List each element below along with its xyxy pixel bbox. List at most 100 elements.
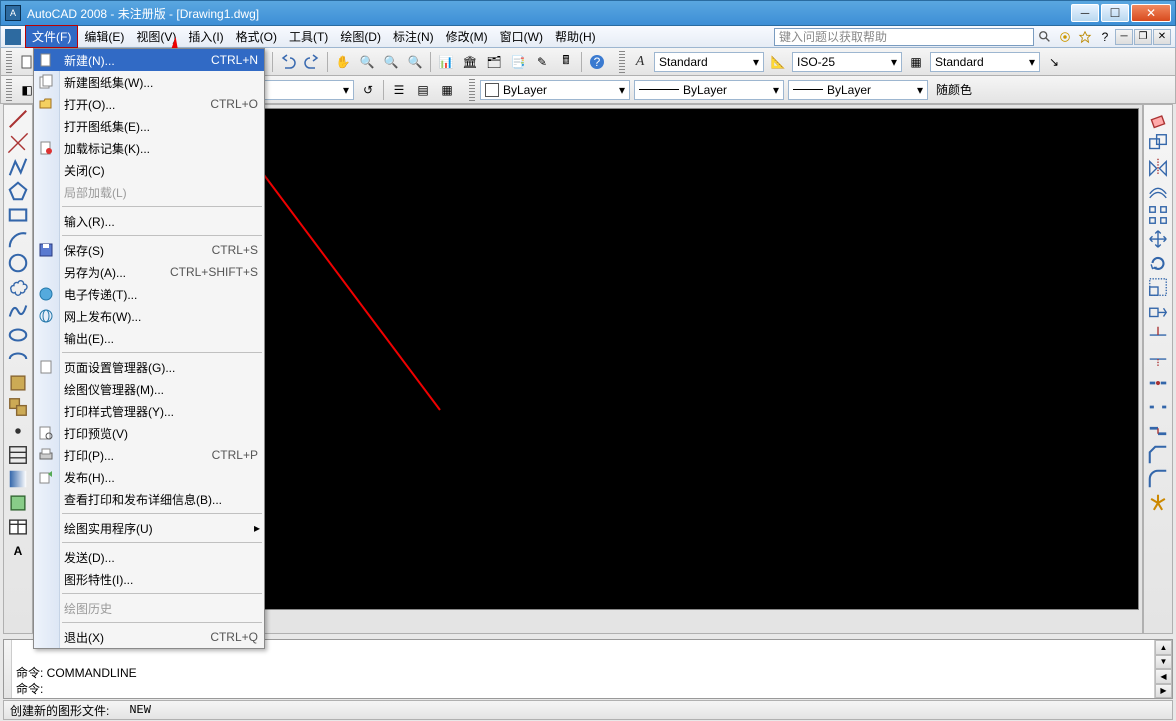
layer-tools-icon[interactable]: ▦ [436, 79, 458, 101]
command-scrollbar[interactable]: ▲ ▼ ◀ ▶ [1154, 640, 1172, 698]
zoom-window-icon[interactable]: 🔍 [380, 51, 402, 73]
stretch-icon[interactable] [1147, 300, 1169, 322]
menu-item-drawing-utils[interactable]: 绘图实用程序(U) ▸ [34, 517, 264, 539]
mtext-icon[interactable]: A [7, 540, 29, 562]
construction-line-icon[interactable] [7, 132, 29, 154]
sheet-set-icon[interactable]: 📑 [507, 51, 529, 73]
doc-minimize-button[interactable]: ─ [1115, 29, 1133, 45]
revision-cloud-icon[interactable] [7, 276, 29, 298]
menu-item-plot-publish-details[interactable]: 查看打印和发布详细信息(B)... [34, 488, 264, 510]
comm-center-icon[interactable] [1056, 28, 1074, 46]
menu-draw[interactable]: 绘图(D) [334, 26, 387, 47]
rotate-icon[interactable] [1147, 252, 1169, 274]
menu-item-new[interactable]: 新建(N)... CTRL+N [34, 49, 264, 71]
rectangle-icon[interactable] [7, 204, 29, 226]
menu-format[interactable]: 格式(O) [230, 26, 283, 47]
move-icon[interactable] [1147, 228, 1169, 250]
break-at-point-icon[interactable] [1147, 372, 1169, 394]
multileader-style-icon[interactable]: ↘ [1043, 51, 1065, 73]
polyline-icon[interactable] [7, 156, 29, 178]
make-block-icon[interactable] [7, 396, 29, 418]
doc-close-button[interactable]: ✕ [1153, 29, 1171, 45]
color-combo[interactable]: ByLayer▾ [480, 80, 630, 100]
scale-icon[interactable] [1147, 276, 1169, 298]
maximize-button[interactable]: ☐ [1101, 4, 1129, 22]
line-icon[interactable] [7, 108, 29, 130]
menu-tools[interactable]: 工具(T) [283, 26, 334, 47]
menu-dimension[interactable]: 标注(N) [387, 26, 440, 47]
point-icon[interactable] [7, 420, 29, 442]
array-icon[interactable] [1147, 204, 1169, 226]
favorites-icon[interactable] [1076, 28, 1094, 46]
erase-icon[interactable] [1147, 108, 1169, 130]
menu-item-plot-preview[interactable]: 打印预览(V) [34, 422, 264, 444]
quickcalc-icon[interactable]: 🖩 [555, 51, 577, 73]
help-search-input[interactable]: 键入问题以获取帮助 [774, 28, 1034, 46]
markup-icon[interactable]: ✎ [531, 51, 553, 73]
dim-style-combo[interactable]: ISO-25▾ [792, 52, 902, 72]
minimize-button[interactable]: ─ [1071, 4, 1099, 22]
menu-item-drawing-props[interactable]: 图形特性(I)... [34, 568, 264, 590]
break-icon[interactable] [1147, 396, 1169, 418]
doc-restore-button[interactable]: ❐ [1134, 29, 1152, 45]
ellipse-icon[interactable] [7, 324, 29, 346]
explode-icon[interactable] [1147, 492, 1169, 514]
menu-help[interactable]: 帮助(H) [549, 26, 602, 47]
close-button[interactable]: ✕ [1131, 4, 1171, 22]
toolbar-grip[interactable] [6, 79, 12, 101]
zoom-previous-icon[interactable]: 🔍 [404, 51, 426, 73]
hatch-icon[interactable] [7, 444, 29, 466]
menu-item-open-sheetset[interactable]: 打开图纸集(E)... [34, 115, 264, 137]
layer-states-icon[interactable]: ☰ [388, 79, 410, 101]
text-style-icon[interactable]: A [629, 51, 651, 73]
spline-icon[interactable] [7, 300, 29, 322]
menu-item-open[interactable]: 打开(O)... CTRL+O [34, 93, 264, 115]
trim-icon[interactable] [1147, 324, 1169, 346]
menu-item-exit[interactable]: 退出(X) CTRL+Q [34, 626, 264, 648]
toolbar-grip[interactable] [6, 51, 12, 73]
scroll-right-icon[interactable]: ▶ [1155, 684, 1172, 699]
arc-icon[interactable] [7, 228, 29, 250]
menu-item-page-setup[interactable]: 页面设置管理器(G)... [34, 356, 264, 378]
menu-file[interactable]: 文件(F) [25, 25, 78, 48]
menu-item-export[interactable]: 输出(E)... [34, 327, 264, 349]
menu-item-plot-style-mgr[interactable]: 打印样式管理器(Y)... [34, 400, 264, 422]
zoom-realtime-icon[interactable]: 🔍 [356, 51, 378, 73]
menu-item-saveas[interactable]: 另存为(A)... CTRL+SHIFT+S [34, 261, 264, 283]
plot-style-combo[interactable]: 随颜色 [932, 80, 992, 100]
doc-icon[interactable] [5, 29, 21, 45]
scroll-down-icon[interactable]: ▼ [1155, 655, 1172, 670]
undo-icon[interactable] [277, 51, 299, 73]
join-icon[interactable] [1147, 420, 1169, 442]
copy-modify-icon[interactable] [1147, 132, 1169, 154]
command-grip[interactable] [4, 640, 12, 698]
menu-window[interactable]: 窗口(W) [494, 26, 549, 47]
circle-icon[interactable] [7, 252, 29, 274]
linetype-combo[interactable]: ByLayer▾ [634, 80, 784, 100]
layer-iso-icon[interactable]: ▤ [412, 79, 434, 101]
help-icon[interactable]: ? [1096, 28, 1114, 46]
menu-item-web-publish[interactable]: 网上发布(W)... [34, 305, 264, 327]
help-button-icon[interactable]: ? [586, 51, 608, 73]
menu-item-close[interactable]: 关闭(C) [34, 159, 264, 181]
gradient-icon[interactable] [7, 468, 29, 490]
extend-icon[interactable] [1147, 348, 1169, 370]
redo-icon[interactable] [301, 51, 323, 73]
polygon-icon[interactable] [7, 180, 29, 202]
table-icon[interactable] [7, 516, 29, 538]
dim-style-icon[interactable]: 📐 [767, 51, 789, 73]
tool-palettes-icon[interactable]: 🗂 [483, 51, 505, 73]
chamfer-icon[interactable] [1147, 444, 1169, 466]
fillet-icon[interactable] [1147, 468, 1169, 490]
region-icon[interactable] [7, 492, 29, 514]
menu-item-load-markup[interactable]: 加载标记集(K)... [34, 137, 264, 159]
properties-icon[interactable]: 📊 [435, 51, 457, 73]
menu-item-new-sheetset[interactable]: 新建图纸集(W)... [34, 71, 264, 93]
menu-item-send[interactable]: 发送(D)... [34, 546, 264, 568]
table-style-combo[interactable]: Standard▾ [930, 52, 1040, 72]
menu-item-etransmit[interactable]: 电子传递(T)... [34, 283, 264, 305]
offset-icon[interactable] [1147, 180, 1169, 202]
menu-insert[interactable]: 插入(I) [182, 26, 229, 47]
table-style-icon[interactable]: ▦ [905, 51, 927, 73]
layer-previous-icon[interactable]: ↺ [357, 79, 379, 101]
